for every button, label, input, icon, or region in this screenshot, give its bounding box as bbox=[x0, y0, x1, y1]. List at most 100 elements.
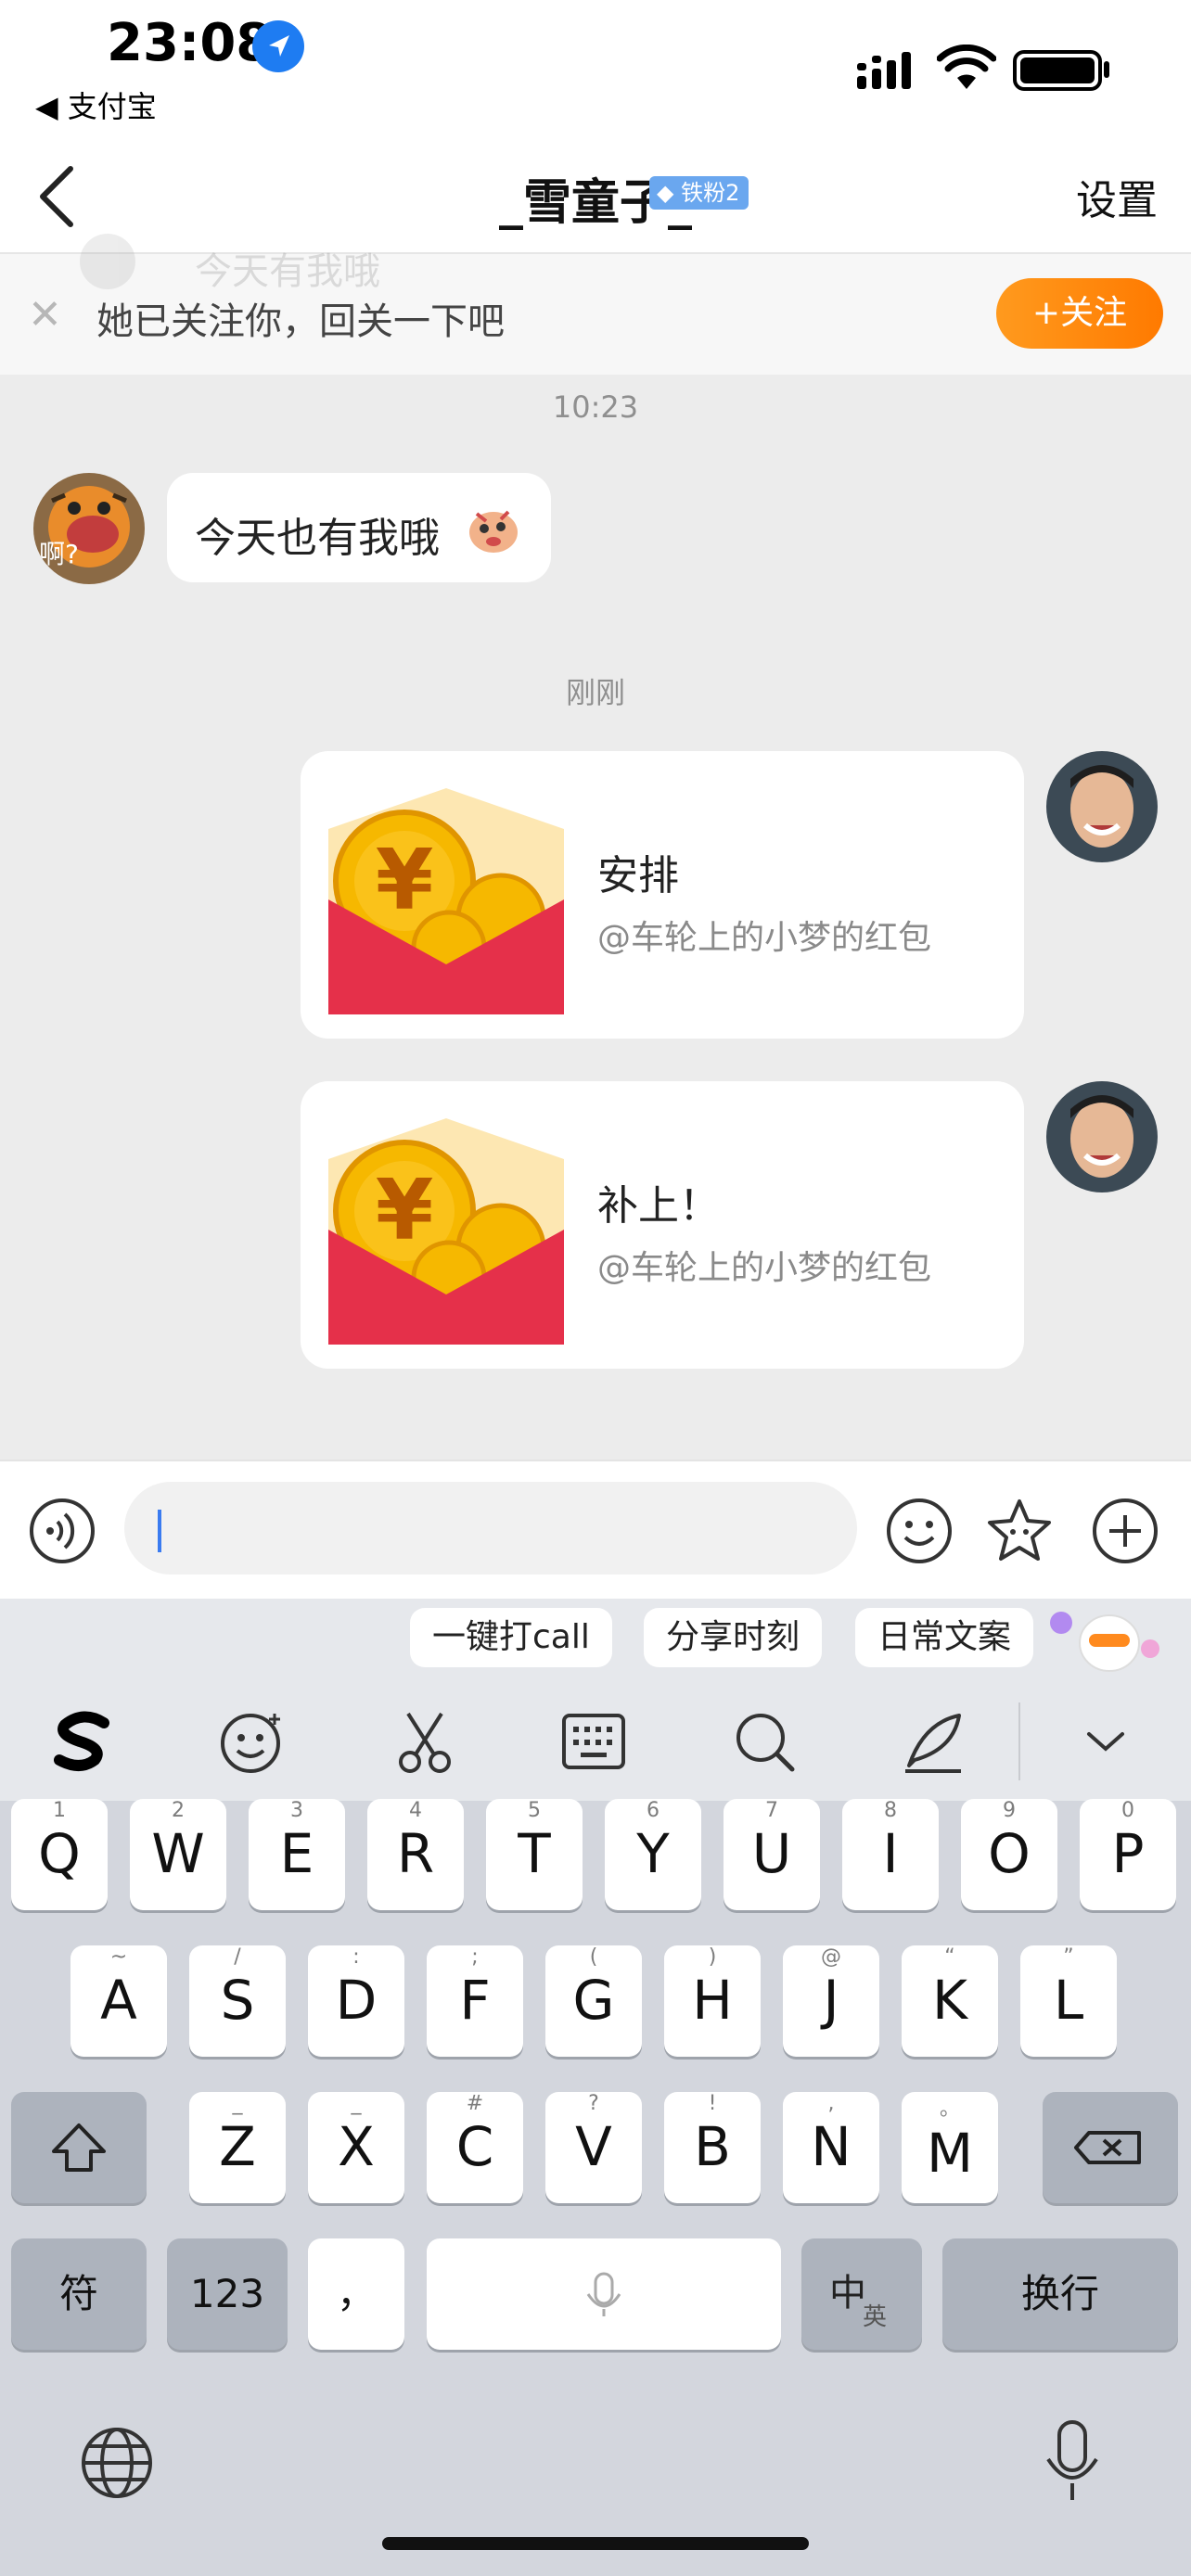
close-icon[interactable]: ✕ bbox=[28, 291, 62, 338]
key-j[interactable]: @ J bbox=[783, 1945, 879, 2057]
key-hint: 4 bbox=[409, 1799, 422, 1822]
key-q[interactable]: 1Q bbox=[11, 1799, 108, 1910]
sogou-logo-icon[interactable] bbox=[46, 1704, 121, 1779]
chevron-down-icon[interactable] bbox=[1069, 1704, 1143, 1779]
space-key[interactable] bbox=[427, 2238, 781, 2350]
status-time: 23:08 bbox=[107, 13, 273, 73]
add-icon[interactable] bbox=[1091, 1497, 1159, 1565]
key-letter: T bbox=[518, 1822, 551, 1885]
key-m[interactable]: 。 M bbox=[902, 2092, 998, 2203]
key-letter: L bbox=[1053, 1969, 1084, 2032]
key-r[interactable]: 4R bbox=[367, 1799, 464, 1910]
key-label: 换行 bbox=[1020, 2271, 1099, 2316]
key-c[interactable]: # C bbox=[427, 2092, 523, 2203]
key-x[interactable]: _ X bbox=[308, 2092, 404, 2203]
language-switch-key[interactable]: 中 英 bbox=[801, 2238, 922, 2350]
key-o[interactable]: 9O bbox=[961, 1799, 1057, 1910]
key-h[interactable]: ) H bbox=[664, 1945, 761, 2057]
battery-icon bbox=[1013, 50, 1102, 91]
key-hint: 7 bbox=[765, 1799, 778, 1822]
search-icon[interactable] bbox=[727, 1704, 801, 1779]
key-f[interactable]: ; F bbox=[427, 1945, 523, 2057]
key-hint: ; bbox=[471, 1945, 479, 1969]
key-hint: ” bbox=[1063, 1945, 1074, 1969]
lang-main-label: 中 bbox=[829, 2272, 866, 2315]
scissors-icon[interactable] bbox=[388, 1704, 462, 1779]
mascot-icon[interactable] bbox=[1048, 1602, 1169, 1677]
emoji-icon[interactable] bbox=[885, 1497, 954, 1565]
key-label: 符 bbox=[58, 2271, 98, 2316]
key-letter: E bbox=[279, 1822, 314, 1885]
key-v[interactable]: ? V bbox=[545, 2092, 642, 2203]
shift-icon bbox=[52, 2123, 106, 2172]
key-letter: P bbox=[1111, 1822, 1145, 1885]
backspace-key[interactable] bbox=[1043, 2092, 1178, 2203]
key-letter: I bbox=[882, 1822, 899, 1885]
suggestion-chip[interactable]: 一键打call bbox=[410, 1608, 612, 1667]
key-hint: _ bbox=[232, 2092, 243, 2115]
chat-title: _雪童子_ bbox=[498, 175, 692, 231]
wifi-icon bbox=[937, 45, 996, 89]
key-z[interactable]: _ Z bbox=[189, 2092, 286, 2203]
voice-icon[interactable] bbox=[28, 1497, 96, 1565]
punctuation-key[interactable]: ， bbox=[308, 2238, 404, 2350]
incoming-message-text: 今天也有我哦 bbox=[195, 515, 440, 562]
shift-key[interactable] bbox=[11, 2092, 147, 2203]
key-hint: 6 bbox=[647, 1799, 660, 1822]
settings-button[interactable]: 设置 bbox=[1076, 167, 1158, 226]
contact-avatar[interactable]: 啊? bbox=[33, 473, 145, 584]
key-letter: Y bbox=[636, 1822, 670, 1885]
key-hint: 2 bbox=[172, 1799, 185, 1822]
numbers-key[interactable]: 123 bbox=[167, 2238, 288, 2350]
diamond-icon: ◆ bbox=[657, 180, 674, 206]
symbols-key[interactable]: 符 bbox=[11, 2238, 147, 2350]
status-bar: 23:08 ◀ 支付宝 bbox=[0, 0, 1191, 139]
key-e[interactable]: 3E bbox=[249, 1799, 345, 1910]
key-b[interactable]: ! B bbox=[664, 2092, 761, 2203]
pen-icon[interactable] bbox=[896, 1704, 970, 1779]
return-key[interactable]: 换行 bbox=[942, 2238, 1178, 2350]
key-letter: Z bbox=[219, 2115, 256, 2178]
suggestion-chip[interactable]: 分享时刻 bbox=[644, 1608, 823, 1667]
key-u[interactable]: 7U bbox=[724, 1799, 820, 1910]
svg-text:¥: ¥ bbox=[376, 1162, 434, 1259]
key-hint: 0 bbox=[1121, 1799, 1134, 1822]
signal-icon bbox=[857, 52, 911, 89]
key-n[interactable]: ,N bbox=[783, 2092, 879, 2203]
red-packet-message[interactable]: ¥ 安排 @车轮上的小梦的红包 bbox=[301, 751, 1024, 1039]
sticker-icon[interactable] bbox=[985, 1497, 1054, 1565]
key-p[interactable]: 0P bbox=[1080, 1799, 1176, 1910]
key-letter: M bbox=[926, 2122, 974, 2185]
globe-icon[interactable] bbox=[78, 2424, 156, 2502]
key-w[interactable]: 2W bbox=[130, 1799, 226, 1910]
svg-text:¥: ¥ bbox=[376, 832, 434, 929]
message-input[interactable] bbox=[124, 1482, 857, 1575]
key-y[interactable]: 6Y bbox=[605, 1799, 701, 1910]
my-avatar[interactable] bbox=[1046, 1081, 1158, 1192]
key-s[interactable]: / S bbox=[189, 1945, 286, 2057]
suggestion-chip[interactable]: 日常文案 bbox=[855, 1608, 1034, 1667]
dictation-microphone-icon[interactable] bbox=[1033, 2415, 1111, 2507]
key-t[interactable]: 5T bbox=[486, 1799, 583, 1910]
key-i[interactable]: 8I bbox=[842, 1799, 939, 1910]
incoming-message-bubble[interactable]: 今天也有我哦 bbox=[167, 473, 551, 582]
lang-sub-label: 英 bbox=[863, 2303, 888, 2331]
keyboard-toolbar bbox=[0, 1684, 1191, 1801]
key-letter: O bbox=[988, 1822, 1031, 1885]
back-to-app-link[interactable]: ◀ 支付宝 bbox=[35, 83, 157, 126]
red-packet-message[interactable]: ¥ 补上！ @车轮上的小梦的红包 bbox=[301, 1081, 1024, 1369]
keyboard: 一键打call 分享时刻 日常文案 1 Q 2 W 3 E 4 R 5 T 6 … bbox=[0, 1599, 1191, 2576]
key-g[interactable]: (G bbox=[545, 1945, 642, 2057]
follow-button[interactable]: +关注 bbox=[996, 278, 1163, 349]
key-label: ， bbox=[336, 2271, 376, 2316]
key-d[interactable]: :D bbox=[308, 1945, 404, 2057]
my-avatar[interactable] bbox=[1046, 751, 1158, 862]
key-label: 123 bbox=[189, 2271, 265, 2316]
key-l[interactable]: ” L bbox=[1020, 1945, 1117, 2057]
key-a[interactable]: ~ A bbox=[70, 1945, 167, 2057]
emoji-toolbar-icon[interactable] bbox=[215, 1704, 289, 1779]
banner-ghost-preview: 今天有我哦 bbox=[80, 234, 469, 293]
keyboard-icon[interactable] bbox=[557, 1704, 631, 1779]
key-k[interactable]: “K bbox=[902, 1945, 998, 2057]
key-hint: 8 bbox=[884, 1799, 897, 1822]
